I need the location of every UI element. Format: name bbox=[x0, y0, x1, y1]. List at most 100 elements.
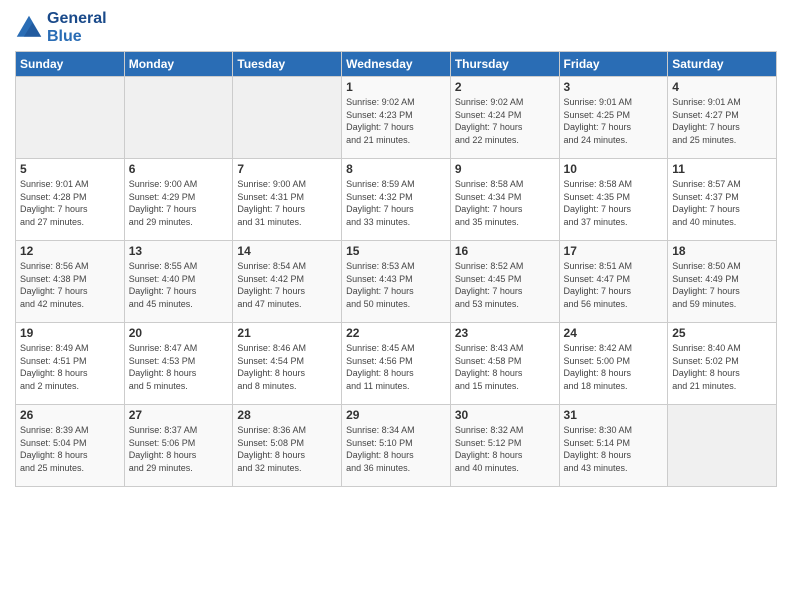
calendar-cell: 13 Sunrise: 8:55 AM Sunset: 4:40 PM Dayli… bbox=[124, 241, 233, 323]
day-info: Sunrise: 8:39 AM Sunset: 5:04 PM Dayligh… bbox=[20, 424, 120, 474]
calendar-week-5: 26 Sunrise: 8:39 AM Sunset: 5:04 PM Dayli… bbox=[16, 405, 777, 487]
calendar-cell: 20 Sunrise: 8:47 AM Sunset: 4:53 PM Dayli… bbox=[124, 323, 233, 405]
day-info: Sunrise: 8:49 AM Sunset: 4:51 PM Dayligh… bbox=[20, 342, 120, 392]
day-number: 4 bbox=[672, 80, 772, 94]
calendar-cell: 12 Sunrise: 8:56 AM Sunset: 4:38 PM Dayli… bbox=[16, 241, 125, 323]
calendar-cell: 10 Sunrise: 8:58 AM Sunset: 4:35 PM Dayli… bbox=[559, 159, 668, 241]
day-info: Sunrise: 8:54 AM Sunset: 4:42 PM Dayligh… bbox=[237, 260, 337, 310]
day-number: 11 bbox=[672, 162, 772, 176]
day-info: Sunrise: 8:40 AM Sunset: 5:02 PM Dayligh… bbox=[672, 342, 772, 392]
day-number: 8 bbox=[346, 162, 446, 176]
day-info: Sunrise: 8:53 AM Sunset: 4:43 PM Dayligh… bbox=[346, 260, 446, 310]
day-number: 27 bbox=[129, 408, 229, 422]
calendar-cell: 7 Sunrise: 9:00 AM Sunset: 4:31 PM Daylig… bbox=[233, 159, 342, 241]
day-info: Sunrise: 8:37 AM Sunset: 5:06 PM Dayligh… bbox=[129, 424, 229, 474]
day-info: Sunrise: 9:00 AM Sunset: 4:31 PM Dayligh… bbox=[237, 178, 337, 228]
day-number: 18 bbox=[672, 244, 772, 258]
day-number: 16 bbox=[455, 244, 555, 258]
day-number: 21 bbox=[237, 326, 337, 340]
calendar-table: SundayMondayTuesdayWednesdayThursdayFrid… bbox=[15, 51, 777, 487]
day-info: Sunrise: 8:58 AM Sunset: 4:34 PM Dayligh… bbox=[455, 178, 555, 228]
day-number: 26 bbox=[20, 408, 120, 422]
day-info: Sunrise: 8:47 AM Sunset: 4:53 PM Dayligh… bbox=[129, 342, 229, 392]
calendar-cell: 31 Sunrise: 8:30 AM Sunset: 5:14 PM Dayli… bbox=[559, 405, 668, 487]
day-number: 28 bbox=[237, 408, 337, 422]
logo-icon bbox=[15, 14, 43, 42]
header: General Blue bbox=[15, 10, 777, 45]
calendar-cell: 26 Sunrise: 8:39 AM Sunset: 5:04 PM Dayli… bbox=[16, 405, 125, 487]
day-info: Sunrise: 8:55 AM Sunset: 4:40 PM Dayligh… bbox=[129, 260, 229, 310]
day-number: 15 bbox=[346, 244, 446, 258]
calendar-cell: 15 Sunrise: 8:53 AM Sunset: 4:43 PM Dayli… bbox=[342, 241, 451, 323]
calendar-week-2: 5 Sunrise: 9:01 AM Sunset: 4:28 PM Daylig… bbox=[16, 159, 777, 241]
calendar-cell bbox=[16, 77, 125, 159]
day-info: Sunrise: 9:01 AM Sunset: 4:28 PM Dayligh… bbox=[20, 178, 120, 228]
calendar-cell: 23 Sunrise: 8:43 AM Sunset: 4:58 PM Dayli… bbox=[450, 323, 559, 405]
day-info: Sunrise: 8:32 AM Sunset: 5:12 PM Dayligh… bbox=[455, 424, 555, 474]
logo: General Blue bbox=[15, 10, 107, 45]
day-number: 30 bbox=[455, 408, 555, 422]
day-info: Sunrise: 8:50 AM Sunset: 4:49 PM Dayligh… bbox=[672, 260, 772, 310]
calendar-cell: 22Sunrise: 8:45 AM Sunset: 4:56 PM Dayli… bbox=[342, 323, 451, 405]
calendar-cell: 4 Sunrise: 9:01 AM Sunset: 4:27 PM Daylig… bbox=[668, 77, 777, 159]
day-info: Sunrise: 8:59 AM Sunset: 4:32 PM Dayligh… bbox=[346, 178, 446, 228]
day-info: Sunrise: 8:43 AM Sunset: 4:58 PM Dayligh… bbox=[455, 342, 555, 392]
weekday-header-monday: Monday bbox=[124, 52, 233, 77]
weekday-header-friday: Friday bbox=[559, 52, 668, 77]
day-number: 12 bbox=[20, 244, 120, 258]
calendar-cell: 25Sunrise: 8:40 AM Sunset: 5:02 PM Dayli… bbox=[668, 323, 777, 405]
weekday-header-sunday: Sunday bbox=[16, 52, 125, 77]
day-number: 7 bbox=[237, 162, 337, 176]
day-info: Sunrise: 8:46 AM Sunset: 4:54 PM Dayligh… bbox=[237, 342, 337, 392]
day-number: 6 bbox=[129, 162, 229, 176]
calendar-cell: 11 Sunrise: 8:57 AM Sunset: 4:37 PM Dayli… bbox=[668, 159, 777, 241]
calendar-cell: 28 Sunrise: 8:36 AM Sunset: 5:08 PM Dayli… bbox=[233, 405, 342, 487]
calendar-cell: 3 Sunrise: 9:01 AM Sunset: 4:25 PM Daylig… bbox=[559, 77, 668, 159]
day-number: 17 bbox=[564, 244, 664, 258]
day-info: Sunrise: 8:57 AM Sunset: 4:37 PM Dayligh… bbox=[672, 178, 772, 228]
day-info: Sunrise: 8:42 AM Sunset: 5:00 PM Dayligh… bbox=[564, 342, 664, 392]
day-info: Sunrise: 9:01 AM Sunset: 4:27 PM Dayligh… bbox=[672, 96, 772, 146]
day-number: 3 bbox=[564, 80, 664, 94]
day-number: 23 bbox=[455, 326, 555, 340]
day-info: Sunrise: 8:36 AM Sunset: 5:08 PM Dayligh… bbox=[237, 424, 337, 474]
calendar-cell: 2 Sunrise: 9:02 AM Sunset: 4:24 PM Daylig… bbox=[450, 77, 559, 159]
day-info: Sunrise: 8:30 AM Sunset: 5:14 PM Dayligh… bbox=[564, 424, 664, 474]
calendar-cell: 8 Sunrise: 8:59 AM Sunset: 4:32 PM Daylig… bbox=[342, 159, 451, 241]
calendar-cell: 21 Sunrise: 8:46 AM Sunset: 4:54 PM Dayli… bbox=[233, 323, 342, 405]
weekday-header-tuesday: Tuesday bbox=[233, 52, 342, 77]
calendar-cell: 9 Sunrise: 8:58 AM Sunset: 4:34 PM Daylig… bbox=[450, 159, 559, 241]
day-number: 19 bbox=[20, 326, 120, 340]
day-info: Sunrise: 9:02 AM Sunset: 4:23 PM Dayligh… bbox=[346, 96, 446, 146]
day-number: 13 bbox=[129, 244, 229, 258]
day-number: 5 bbox=[20, 162, 120, 176]
calendar-cell: 24 Sunrise: 8:42 AM Sunset: 5:00 PM Dayli… bbox=[559, 323, 668, 405]
calendar-cell: 29Sunrise: 8:34 AM Sunset: 5:10 PM Dayli… bbox=[342, 405, 451, 487]
day-number: 24 bbox=[564, 326, 664, 340]
day-info: Sunrise: 8:52 AM Sunset: 4:45 PM Dayligh… bbox=[455, 260, 555, 310]
calendar-cell bbox=[124, 77, 233, 159]
day-info: Sunrise: 9:00 AM Sunset: 4:29 PM Dayligh… bbox=[129, 178, 229, 228]
weekday-header-saturday: Saturday bbox=[668, 52, 777, 77]
calendar-cell: 5 Sunrise: 9:01 AM Sunset: 4:28 PM Daylig… bbox=[16, 159, 125, 241]
calendar-week-1: 1Sunrise: 9:02 AM Sunset: 4:23 PM Daylig… bbox=[16, 77, 777, 159]
day-info: Sunrise: 9:01 AM Sunset: 4:25 PM Dayligh… bbox=[564, 96, 664, 146]
calendar-week-3: 12 Sunrise: 8:56 AM Sunset: 4:38 PM Dayli… bbox=[16, 241, 777, 323]
calendar-cell bbox=[233, 77, 342, 159]
day-number: 9 bbox=[455, 162, 555, 176]
page-container: General Blue SundayMondayTuesdayWednesda… bbox=[0, 0, 792, 497]
day-number: 14 bbox=[237, 244, 337, 258]
calendar-cell: 1Sunrise: 9:02 AM Sunset: 4:23 PM Daylig… bbox=[342, 77, 451, 159]
calendar-cell: 30 Sunrise: 8:32 AM Sunset: 5:12 PM Dayli… bbox=[450, 405, 559, 487]
day-number: 31 bbox=[564, 408, 664, 422]
day-number: 2 bbox=[455, 80, 555, 94]
weekday-header-wednesday: Wednesday bbox=[342, 52, 451, 77]
day-info: Sunrise: 8:56 AM Sunset: 4:38 PM Dayligh… bbox=[20, 260, 120, 310]
day-number: 20 bbox=[129, 326, 229, 340]
day-info: Sunrise: 8:45 AM Sunset: 4:56 PM Dayligh… bbox=[346, 342, 446, 392]
day-info: Sunrise: 9:02 AM Sunset: 4:24 PM Dayligh… bbox=[455, 96, 555, 146]
day-info: Sunrise: 8:58 AM Sunset: 4:35 PM Dayligh… bbox=[564, 178, 664, 228]
day-number: 29 bbox=[346, 408, 446, 422]
day-number: 10 bbox=[564, 162, 664, 176]
day-info: Sunrise: 8:51 AM Sunset: 4:47 PM Dayligh… bbox=[564, 260, 664, 310]
